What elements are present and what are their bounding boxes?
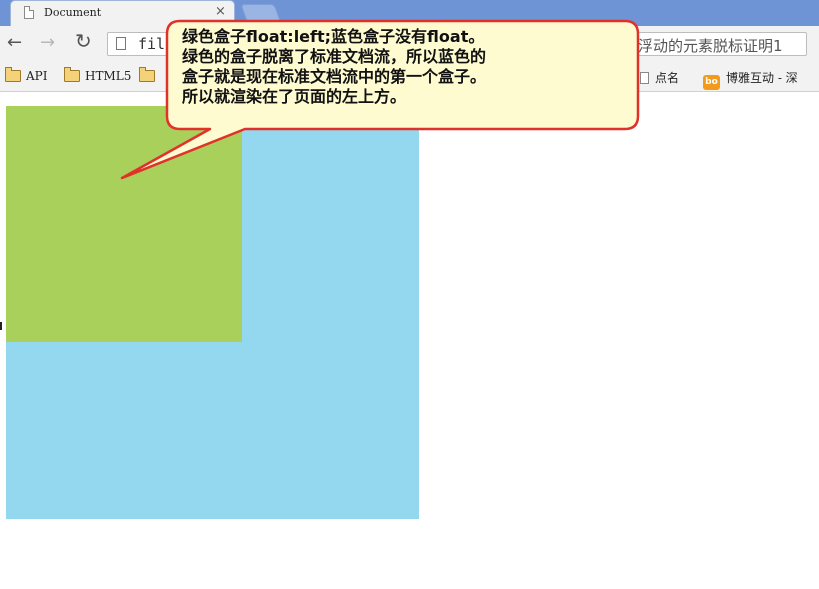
folder-icon <box>64 67 80 82</box>
tab-title: Document <box>44 6 102 19</box>
bookmark-boyaa[interactable]: bo 博雅互动 - 深 <box>703 69 798 90</box>
back-icon[interactable]: ← <box>7 34 22 52</box>
folder-icon <box>139 67 155 82</box>
folder-icon <box>5 67 21 82</box>
bookmark-label: API <box>26 69 48 83</box>
callout-line: 盒子就是现在标准文档流中的第一个盒子。 <box>182 67 487 86</box>
bookmark-dianming[interactable]: 点名 <box>640 69 679 86</box>
tab-document[interactable]: Document × <box>10 0 235 26</box>
forward-icon[interactable]: → <box>40 34 55 52</box>
new-tab-button[interactable] <box>240 4 282 24</box>
bookmark-html5[interactable]: HTML5 <box>64 67 132 83</box>
bookmark-label: HTML5 <box>85 69 132 83</box>
bookmark-folder[interactable] <box>139 67 160 83</box>
page-icon <box>640 72 649 84</box>
page-icon <box>116 37 126 50</box>
callout-line: 所以就渲染在了页面的左上方。 <box>182 87 407 106</box>
address-text: fil <box>138 35 166 53</box>
bookmark-label: 博雅互动 - 深 <box>726 71 798 85</box>
reload-icon[interactable]: ↻ <box>75 31 92 51</box>
callout-text: 绿色盒子float:left;蓝色盒子没有float。 绿色的盒子脱离了标准文档… <box>182 27 632 107</box>
page-title-text: 浮动的元素脱标证明1 <box>638 37 783 55</box>
close-icon[interactable]: × <box>215 4 226 19</box>
green-box <box>6 106 242 342</box>
callout-line: 绿色盒子float:left;蓝色盒子没有float。 <box>182 27 485 46</box>
callout-line: 绿色的盒子脱离了标准文档流，所以蓝色的 <box>182 47 487 66</box>
bookmark-api[interactable]: API <box>5 67 48 83</box>
bookmark-label: 点名 <box>655 71 680 85</box>
text-cursor <box>0 322 2 330</box>
bo-icon: bo <box>703 75 720 90</box>
tab-strip: Document × <box>0 0 819 26</box>
document-icon <box>24 6 34 19</box>
